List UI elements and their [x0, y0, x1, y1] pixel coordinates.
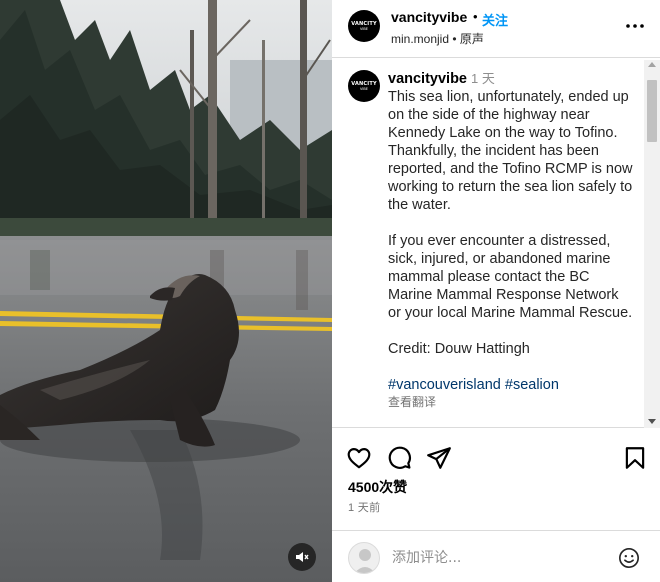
caption-paragraph-2: If you ever encounter a distressed, sick… [388, 233, 633, 321]
sea-lion-photo [0, 0, 332, 582]
original-audio-label[interactable]: 原声 [460, 32, 484, 46]
comment-bar [332, 530, 660, 582]
more-horizontal-icon[interactable] [623, 14, 647, 38]
audio-separator: • [452, 32, 457, 46]
separator-dot: • [473, 9, 478, 24]
see-translation-link[interactable]: 查看翻译 [388, 395, 634, 409]
hashtags: #vancouverisland #sealion [388, 376, 634, 394]
paper-plane-icon[interactable] [426, 445, 452, 471]
comment-bubble-icon[interactable] [386, 445, 412, 471]
default-avatar-icon [354, 549, 376, 573]
user-avatar [348, 542, 380, 574]
action-bar [332, 437, 660, 481]
avatar-logo-subtext: VIBE [359, 27, 369, 31]
post-media[interactable] [0, 0, 332, 582]
bookmark-icon[interactable] [622, 445, 648, 471]
username-link[interactable]: vancityvibe [391, 9, 467, 25]
heart-icon[interactable] [346, 445, 372, 471]
caption-time: 1 天 [471, 71, 495, 86]
caption-scrollbar[interactable] [644, 60, 660, 428]
speaker-muted-icon [296, 552, 309, 562]
post-panel: VANCITY VIBE vancityvibe • 关注 min.monjid… [332, 0, 660, 582]
mute-button[interactable] [288, 543, 316, 571]
smiley-icon[interactable] [618, 547, 640, 569]
scroll-up-arrow[interactable] [648, 62, 656, 67]
audio-user[interactable]: min.monjid [391, 32, 449, 46]
caption-paragraph-1: This sea lion, unfortunately, ended up o… [388, 89, 633, 213]
follow-button[interactable]: 关注 [482, 10, 508, 29]
audio-attribution[interactable]: min.monjid • 原声 [391, 30, 484, 47]
caption-username[interactable]: vancityvibe [388, 71, 467, 87]
post-timestamp: 1 天前 [348, 502, 381, 514]
caption-avatar[interactable]: VANCITY VIBE [348, 70, 380, 102]
comment-input[interactable] [392, 547, 592, 569]
post-header: VANCITY VIBE vancityvibe • 关注 min.monjid… [332, 0, 660, 58]
caption-scroll-area[interactable]: VANCITY VIBE vancityvibe 1 天 This sea lio… [332, 59, 660, 428]
hashtag-link[interactable]: #sealion [505, 377, 559, 393]
scrollbar-thumb[interactable] [647, 80, 657, 142]
caption-text: vancityvibe 1 天 This sea lion, unfortunat… [388, 70, 634, 409]
avatar-logo-subtext: VIBE [359, 87, 369, 91]
caption-credit: Credit: Douw Hattingh [388, 341, 530, 357]
hashtag-link[interactable]: #vancouverisland [388, 377, 501, 393]
scroll-down-arrow[interactable] [648, 419, 656, 424]
likes-count[interactable]: 4500次赞 [348, 477, 407, 497]
avatar[interactable]: VANCITY VIBE [348, 10, 380, 42]
